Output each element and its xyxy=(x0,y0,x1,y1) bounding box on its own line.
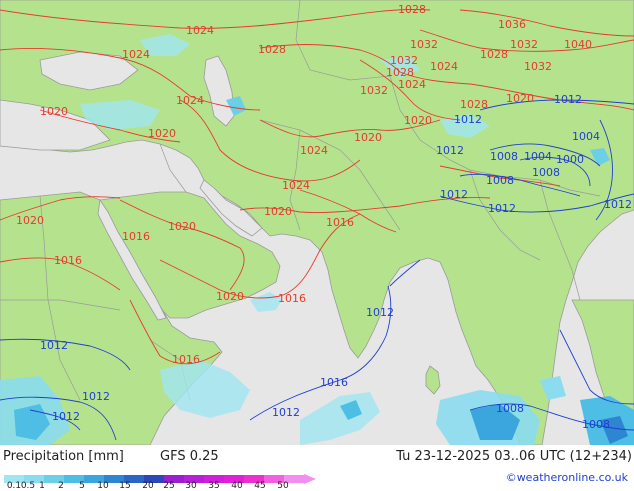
isobar-label: 1028 xyxy=(258,43,286,56)
isobar-label: 1020 xyxy=(404,114,432,127)
isobar-label: 1012 xyxy=(272,406,300,419)
isobar-label: 1008 xyxy=(486,174,514,187)
isobar-label: 1012 xyxy=(554,93,582,106)
isobar-label: 1012 xyxy=(454,113,482,126)
isobar-label: 1012 xyxy=(488,202,516,215)
isobar-label: 1020 xyxy=(148,127,176,140)
isobar-label: 1016 xyxy=(326,216,354,229)
isobar-label: 1016 xyxy=(320,376,348,389)
isobar-label: 1008 xyxy=(582,418,610,431)
isobar-label: 1032 xyxy=(524,60,552,73)
isobar-label: 1012 xyxy=(436,144,464,157)
map-canvas: 1028 1024 1028 1036 1032 1028 1032 1040 … xyxy=(0,0,634,445)
isobar-label: 1024 xyxy=(430,60,458,73)
landmass-srilanka xyxy=(425,365,441,395)
map-title: Precipitation [mm] xyxy=(3,449,124,464)
isobar-label: 1024 xyxy=(176,94,204,107)
isobar-label: 1012 xyxy=(440,188,468,201)
isobar-label: 1040 xyxy=(564,38,592,51)
isobar-label: 1036 xyxy=(498,18,526,31)
isobar-label: 1024 xyxy=(186,24,214,37)
isobar-label: 1020 xyxy=(168,220,196,233)
valid-time: Tu 23-12-2025 03..06 UTC (12+234) xyxy=(396,449,632,464)
isobar-label: 1028 xyxy=(398,3,426,16)
isobar-label: 1004 xyxy=(572,130,600,143)
isobar-label: 1032 xyxy=(360,84,388,97)
isobar-label: 1020 xyxy=(264,205,292,218)
isobar-label: 1004 xyxy=(524,150,552,163)
isobar-label: 1016 xyxy=(278,292,306,305)
isobar-label: 1008 xyxy=(496,402,524,415)
isobar-label: 1020 xyxy=(354,131,382,144)
isobar-label: 1016 xyxy=(122,230,150,243)
isobar-label: 1024 xyxy=(282,179,310,192)
isobar-label: 1024 xyxy=(398,78,426,91)
isobar-label: 1016 xyxy=(54,254,82,267)
isobar-label: 1008 xyxy=(490,150,518,163)
isobar-label: 1008 xyxy=(532,166,560,179)
isobar-label: 1020 xyxy=(216,290,244,303)
precip-indian-ocean xyxy=(300,392,380,445)
isobar-label: 1024 xyxy=(300,144,328,157)
precipitation-map[interactable]: 1028 1024 1028 1036 1032 1028 1032 1040 … xyxy=(0,0,634,445)
isobar-label: 1016 xyxy=(172,353,200,366)
credit-link[interactable]: ©weatheronline.co.uk xyxy=(506,471,628,484)
precip-africa-east xyxy=(160,360,250,418)
isobar-label: 1028 xyxy=(480,48,508,61)
isobar-label: 1012 xyxy=(366,306,394,319)
isobar-label: 1012 xyxy=(82,390,110,403)
isobar-label: 1020 xyxy=(40,105,68,118)
isobar-label: 1024 xyxy=(122,48,150,61)
weather-map-page: 1028 1024 1028 1036 1032 1028 1032 1040 … xyxy=(0,0,634,491)
isobar-label: 1028 xyxy=(460,98,488,111)
model-name: GFS 0.25 xyxy=(160,449,219,464)
isobar-label: 1020 xyxy=(506,92,534,105)
isobar-label: 1012 xyxy=(52,410,80,423)
isobar-label: 1020 xyxy=(16,214,44,227)
isobar-label: 1000 xyxy=(556,153,584,166)
isobar-label: 1012 xyxy=(40,339,68,352)
isobar-label: 1012 xyxy=(604,198,632,211)
isobar-label: 1032 xyxy=(410,38,438,51)
isobar-label: 1032 xyxy=(510,38,538,51)
